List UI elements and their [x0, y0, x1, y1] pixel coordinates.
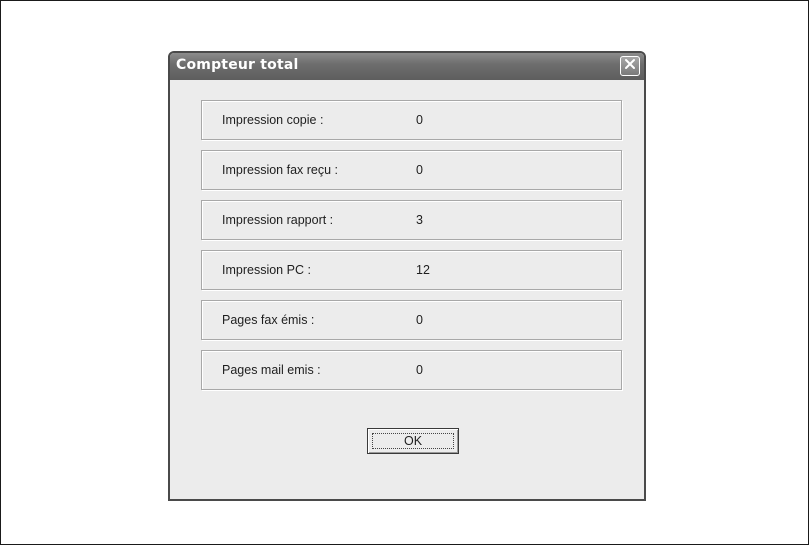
counter-label: Pages mail emis : — [222, 363, 321, 377]
dialog-content: Impression copie : 0 Impression fax reçu… — [170, 80, 644, 499]
counter-label: Impression rapport : — [222, 213, 334, 227]
counter-label: Impression copie : — [222, 113, 324, 127]
counter-row-report: Impression rapport : 3 — [201, 200, 622, 240]
close-icon — [624, 57, 636, 75]
counter-value: 0 — [416, 163, 423, 177]
counter-value: 3 — [416, 213, 423, 227]
counter-label: Impression fax reçu : — [222, 163, 339, 177]
screen-frame: Compteur total Impression copie : 0 Impr… — [0, 0, 809, 545]
ok-button-label: OK — [403, 434, 423, 448]
counter-value: 0 — [416, 363, 423, 377]
counter-label: Impression PC : — [222, 263, 311, 277]
total-counter-dialog: Compteur total Impression copie : 0 Impr… — [168, 51, 646, 501]
counter-value: 0 — [416, 113, 423, 127]
counter-row-fax-received: Impression fax reçu : 0 — [201, 150, 622, 190]
counter-row-pc: Impression PC : 12 — [201, 250, 622, 290]
counter-label: Pages fax émis : — [222, 313, 315, 327]
counter-value: 0 — [416, 313, 423, 327]
counter-row-copy: Impression copie : 0 — [201, 100, 622, 140]
title-bar[interactable]: Compteur total — [170, 53, 644, 80]
counter-row-mail-sent: Pages mail emis : 0 — [201, 350, 622, 390]
dialog-title: Compteur total — [176, 57, 299, 73]
counter-value: 12 — [416, 263, 430, 277]
close-button[interactable] — [620, 56, 640, 76]
ok-button[interactable]: OK — [367, 428, 459, 454]
counter-row-fax-sent: Pages fax émis : 0 — [201, 300, 622, 340]
